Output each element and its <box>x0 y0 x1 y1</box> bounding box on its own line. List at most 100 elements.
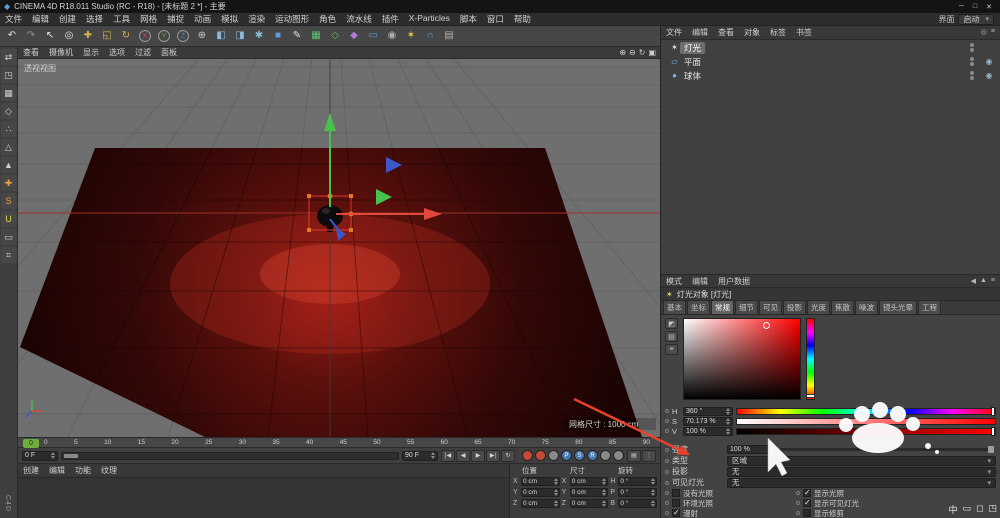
attribute-tab[interactable]: 光度 <box>807 300 830 314</box>
menu-item[interactable]: 运动图形 <box>270 13 314 25</box>
record-pla-toggle[interactable] <box>613 450 624 461</box>
menu-item[interactable]: 插件 <box>377 13 404 25</box>
stepper-icon[interactable] <box>51 452 55 459</box>
animation-dot-icon[interactable] <box>665 481 669 485</box>
hue-slider[interactable] <box>736 408 996 415</box>
hue-strip[interactable] <box>806 318 815 400</box>
timeline-playhead[interactable]: 0 <box>23 439 39 448</box>
position-field[interactable]: 0 cm <box>521 477 560 486</box>
select-tool[interactable]: ↖ <box>41 27 59 45</box>
stepper-icon[interactable] <box>554 489 558 496</box>
animation-dot-icon[interactable] <box>665 419 669 423</box>
rotation-field[interactable]: 0 ° <box>618 488 657 497</box>
deformer-menu[interactable]: ◆ <box>345 27 363 45</box>
spline-pen-menu[interactable]: ✎ <box>288 27 306 45</box>
hue-field[interactable]: 360 ° <box>683 407 733 416</box>
checkbox[interactable] <box>672 489 680 497</box>
stepper-icon[interactable] <box>726 428 730 435</box>
enable-axis-button[interactable]: ✚ <box>1 175 17 191</box>
menu-item[interactable]: 帮助 <box>509 13 536 25</box>
size-field[interactable]: 0 cm <box>570 488 609 497</box>
object-manager-menu-item[interactable]: 查看 <box>713 27 739 38</box>
lock-y-axis[interactable]: Y <box>155 27 173 45</box>
current-frame-field[interactable]: 0 F <box>22 451 58 461</box>
instance-menu[interactable]: ◇ <box>326 27 344 45</box>
menu-item[interactable]: 动画 <box>189 13 216 25</box>
display-menu[interactable]: ▤ <box>440 27 458 45</box>
menu-item[interactable]: 工具 <box>108 13 135 25</box>
ime-icon[interactable]: ◻ <box>976 503 983 516</box>
attribute-tab[interactable]: 工程 <box>918 300 941 314</box>
color-spectrum-mode-icon[interactable]: ▤ <box>665 331 678 342</box>
model-mode-button[interactable]: ◳ <box>1 67 17 83</box>
more-options-icon[interactable]: ⋮ <box>642 450 656 462</box>
next-frame-button[interactable]: ▶| <box>486 450 500 462</box>
size-field[interactable]: 0 cm <box>570 477 609 486</box>
attribute-tab[interactable]: 镜头光晕 <box>879 300 917 314</box>
intensity-slider-handle[interactable] <box>988 446 994 453</box>
workplane-mode-button[interactable]: ◇ <box>1 103 17 119</box>
intensity-field[interactable]: 100 % <box>727 445 777 454</box>
visibility-toggle[interactable] <box>970 57 974 66</box>
sv-marker[interactable] <box>763 322 770 329</box>
lock-z-axis[interactable]: Z <box>174 27 192 45</box>
param-select[interactable]: 无 ▾ <box>727 467 996 477</box>
attribute-menu-item[interactable]: 编辑 <box>687 276 713 287</box>
checkbox[interactable] <box>803 509 811 517</box>
object-manager-menu-item[interactable]: 对象 <box>739 27 765 38</box>
checkbox[interactable] <box>803 499 811 507</box>
animation-dot-icon[interactable] <box>665 448 669 452</box>
stepper-icon[interactable] <box>726 408 730 415</box>
checkbox[interactable] <box>672 499 680 507</box>
light-object[interactable] <box>317 205 343 227</box>
rotation-field[interactable]: 0 ° <box>618 477 657 486</box>
goto-start-button[interactable]: |◀ <box>441 450 455 462</box>
pan-view-icon[interactable]: ⊕ <box>619 48 626 57</box>
move-tool[interactable]: ✚ <box>79 27 97 45</box>
stepper-icon[interactable] <box>651 489 655 496</box>
object-manager-menu-item[interactable]: 标签 <box>765 27 791 38</box>
attribute-tab[interactable]: 噪波 <box>855 300 878 314</box>
timeline-ruler[interactable]: 051015202530354045505560657075808590 0 <box>18 437 660 448</box>
object-name[interactable]: 球体 <box>680 70 705 82</box>
param-select[interactable]: 无 ▾ <box>727 478 996 488</box>
visibility-toggle[interactable] <box>970 71 974 80</box>
menu-item[interactable]: 创建 <box>54 13 81 25</box>
scale-tool[interactable]: ◱ <box>98 27 116 45</box>
material-menu-item[interactable]: 编辑 <box>44 465 70 476</box>
menu-item[interactable]: 模拟 <box>216 13 243 25</box>
attribute-menu-item[interactable]: 用户数据 <box>713 276 755 287</box>
timeline-range-slider[interactable] <box>61 452 399 460</box>
workplane-button[interactable]: ▭ <box>1 229 17 245</box>
color-wheel-mode-icon[interactable]: ◩ <box>665 318 678 329</box>
menu-item[interactable]: 文件 <box>0 13 27 25</box>
object-name[interactable]: 平面 <box>680 56 705 68</box>
menu-item[interactable]: 编辑 <box>27 13 54 25</box>
stepper-icon[interactable] <box>602 500 606 507</box>
menu-item[interactable]: 选择 <box>81 13 108 25</box>
search-icon[interactable]: ◎ <box>981 28 987 36</box>
color-sliders-mode-icon[interactable]: ≡ <box>665 344 678 355</box>
attribute-tab[interactable]: 可见 <box>759 300 782 314</box>
lock-x-axis[interactable]: X <box>136 27 154 45</box>
redo-button[interactable]: ↷ <box>22 27 40 45</box>
ime-icon[interactable]: 中 <box>948 503 957 516</box>
stepper-icon[interactable] <box>554 478 558 485</box>
object-row[interactable]: ✶ 灯光 <box>661 41 1000 55</box>
material-menu-item[interactable]: 功能 <box>70 465 96 476</box>
edges-mode-button[interactable]: △ <box>1 139 17 155</box>
coordinate-system-toggle[interactable]: ⊕ <box>193 27 211 45</box>
viewport-menu-item[interactable]: 显示 <box>78 47 104 58</box>
make-editable-button[interactable]: ⇄ <box>1 49 17 65</box>
menu-item[interactable]: 捕捉 <box>162 13 189 25</box>
interface-select[interactable]: 启动 ▾ <box>958 14 994 25</box>
stepper-icon[interactable] <box>726 418 730 425</box>
viewport-menu-item[interactable]: 面板 <box>156 47 182 58</box>
stepper-icon[interactable] <box>770 446 774 453</box>
attribute-tab[interactable]: 投影 <box>783 300 806 314</box>
filter-icon[interactable]: ≡ <box>991 28 995 36</box>
checkbox[interactable] <box>672 509 680 517</box>
viewport-menu-item[interactable]: 选项 <box>104 47 130 58</box>
history-icon[interactable]: ≡ <box>991 277 995 285</box>
object-manager-menu-item[interactable]: 书签 <box>791 27 817 38</box>
